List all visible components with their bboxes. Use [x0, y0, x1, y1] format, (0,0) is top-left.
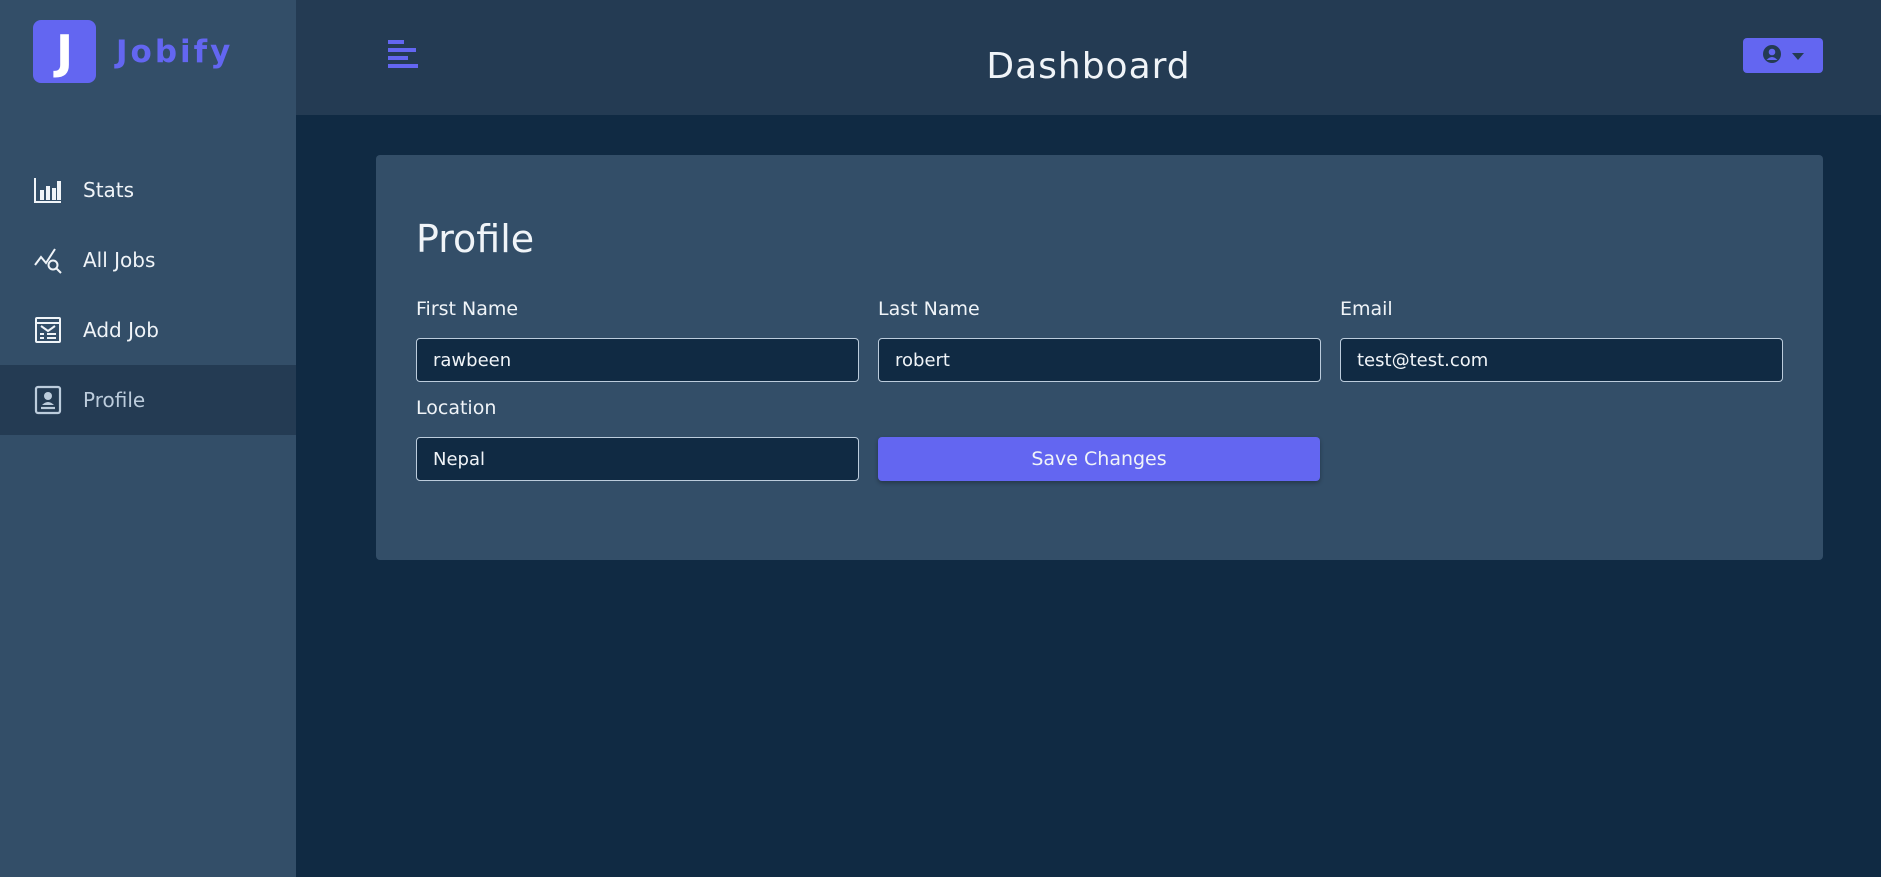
- logo-text: Jobify: [116, 33, 234, 70]
- form-icon: [33, 315, 63, 345]
- first-name-input[interactable]: [416, 338, 859, 382]
- page-title: Dashboard: [986, 46, 1191, 87]
- sidebar-item-profile[interactable]: Profile: [0, 365, 296, 435]
- email-label: Email: [1340, 298, 1393, 320]
- first-name-label: First Name: [416, 298, 519, 320]
- sidebar-item-label: Stats: [83, 178, 135, 202]
- logo[interactable]: J Jobify: [33, 20, 233, 83]
- logo-mark: J: [33, 20, 96, 83]
- email-input[interactable]: [1340, 338, 1783, 382]
- location-label: Location: [416, 397, 497, 419]
- caret-down-icon: [1792, 46, 1804, 65]
- job-search-icon: [33, 245, 63, 275]
- sidebar-item-label: All Jobs: [83, 248, 156, 272]
- user-menu-button[interactable]: [1743, 38, 1823, 73]
- last-name-label: Last Name: [878, 298, 980, 320]
- sidebar-item-all-jobs[interactable]: All Jobs: [0, 225, 296, 295]
- profile-icon: [33, 385, 63, 415]
- profile-form: Profile First Name Last Name Email Locat…: [376, 155, 1823, 560]
- location-input[interactable]: [416, 437, 859, 481]
- user-circle-icon: [1762, 44, 1782, 68]
- last-name-input[interactable]: [878, 338, 1321, 382]
- bar-chart-icon: [33, 175, 63, 205]
- sidebar: J Jobify Stats All Jobs Add Job Profile: [0, 0, 296, 877]
- sidebar-item-add-job[interactable]: Add Job: [0, 295, 296, 365]
- sidebar-nav: Stats All Jobs Add Job Profile: [0, 155, 296, 435]
- form-title: Profile: [416, 217, 535, 261]
- save-changes-button[interactable]: Save Changes: [878, 437, 1320, 481]
- top-navbar: Dashboard: [296, 0, 1881, 115]
- sidebar-item-label: Profile: [83, 388, 146, 412]
- sidebar-item-stats[interactable]: Stats: [0, 155, 296, 225]
- sidebar-item-label: Add Job: [83, 318, 159, 342]
